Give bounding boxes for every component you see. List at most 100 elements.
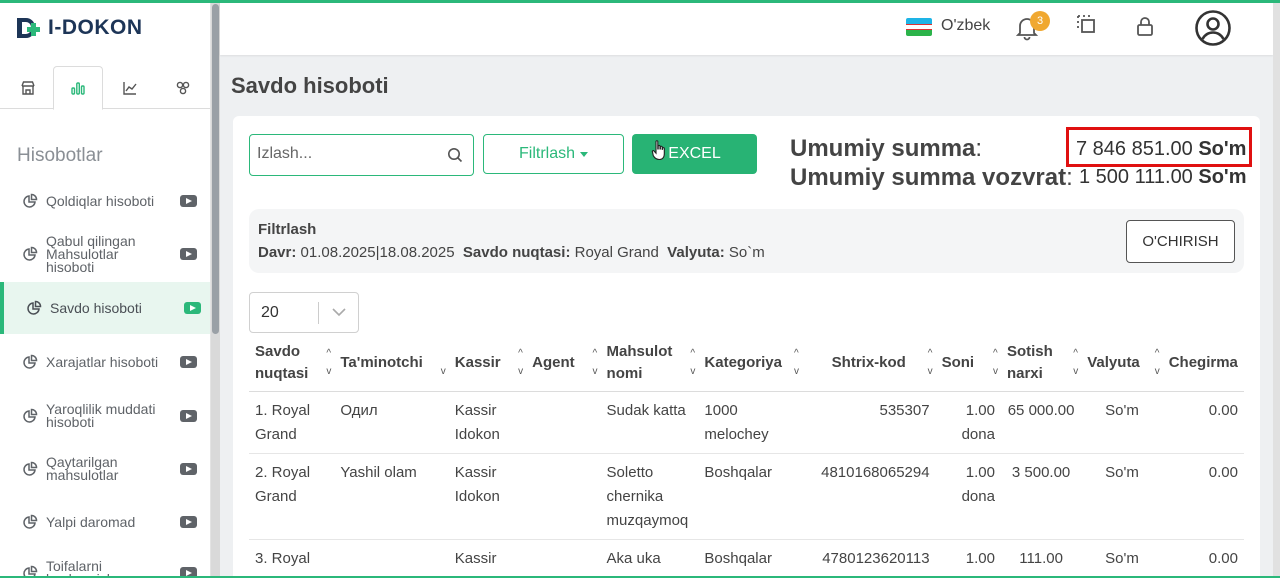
excel-button-label: EXCEL (668, 145, 721, 162)
table-cell: 0.00 (1162, 539, 1244, 578)
table-cell: 111.00 (1000, 539, 1082, 578)
sort-icon[interactable]: v (441, 345, 446, 381)
notification-badge: 3 (1030, 11, 1050, 31)
column-header[interactable]: Shtrix-kod ^ v (801, 336, 936, 392)
hand-cursor-icon (651, 140, 665, 161)
table-header-row: Savdo nuqtasi ^ v Ta'minotchi v Kassir ^ v Ag… (249, 336, 1244, 392)
sidebar-scrollbar-thumb[interactable] (212, 4, 219, 334)
lock-icon[interactable] (1135, 15, 1155, 37)
table-cell: 0.00 (1162, 453, 1244, 540)
total-sum-value: 7 846 851.00 So'm (1066, 127, 1252, 167)
sort-icon[interactable]: ^ v (928, 345, 933, 381)
video-icon[interactable] (180, 195, 197, 207)
app-logo[interactable]: I-DOKON (0, 3, 210, 53)
table-cell: Aka uka chag chug (600, 539, 699, 578)
active-filters-panel: Filtrlash Davr: 01.08.2025|18.08.2025 Sa… (249, 209, 1244, 273)
column-header[interactable]: Valyuta ^ v (1081, 336, 1163, 392)
column-header[interactable]: Agent ^ v (526, 336, 601, 392)
tab-bar-chart[interactable] (53, 66, 103, 110)
sort-icon[interactable]: ^ v (794, 345, 799, 381)
sort-icon[interactable]: ^ v (690, 345, 695, 381)
table-cell: 535307 (801, 391, 936, 454)
video-icon[interactable] (180, 463, 197, 475)
table-cell: Boshqalar (698, 539, 802, 578)
page-size-select[interactable]: 20 (249, 292, 359, 333)
language-selector[interactable]: O'zbek (941, 17, 990, 35)
table-cell: 1000 melochey (698, 391, 802, 454)
total-sum-label: Umumiy summa: (790, 135, 983, 162)
return-sum-value: 1 500 111.00 So'm (1079, 166, 1247, 188)
video-icon[interactable] (180, 516, 197, 528)
sidebar-item-yalpi[interactable]: Yalpi daromad (0, 507, 210, 537)
tab-store[interactable] (3, 66, 53, 109)
sidebar-item-label: Qabul qilingan Mahsulotlar hisoboti (46, 232, 136, 275)
column-header[interactable]: Kassir ^ v (448, 336, 527, 392)
table-cell (526, 391, 601, 454)
sidebar-item-xarajatlar[interactable]: Xarajatlar hisoboti (0, 347, 210, 377)
sidebar-item-savdo[interactable]: Savdo hisoboti (0, 282, 210, 334)
column-header[interactable]: Sotish narxi ^ v (1000, 336, 1082, 392)
store-icon (21, 80, 35, 95)
sidebar-item-label: Yalpi daromad (46, 513, 136, 530)
page-size-value: 20 (261, 304, 279, 321)
return-sum-label: Umumiy summa vozvrat: (790, 164, 1073, 191)
column-header[interactable]: Ta'minotchi v (334, 336, 449, 392)
uzbekistan-flag-icon[interactable] (906, 18, 932, 36)
pie-chart-icon (23, 246, 38, 261)
sort-icon[interactable]: ^ v (593, 345, 598, 381)
table-cell: 0.00 (1162, 391, 1244, 454)
column-header[interactable]: Mahsulot nomi ^ v (600, 336, 699, 392)
bar-chart-icon (71, 82, 85, 95)
column-header[interactable]: Soni ^ v (935, 336, 1001, 392)
sidebar-item-label: Qoldiqlar hisoboti (46, 192, 155, 209)
video-icon[interactable] (180, 356, 197, 368)
table-cell: 4780123620113 (801, 539, 936, 578)
table-cell: 1.00 dona (935, 391, 1001, 454)
sort-icon[interactable]: ^ v (518, 345, 523, 381)
select-divider (318, 302, 319, 324)
sidebar-item-yaroqlilik[interactable]: Yaroqlilik muddati hisoboti (0, 401, 210, 431)
filter-button[interactable]: Filtrlash (483, 134, 624, 174)
filters-title: Filtrlash (258, 221, 317, 238)
logo-mark-icon (17, 17, 43, 39)
page-scrollbar[interactable] (1273, 3, 1280, 578)
sort-icon[interactable]: ^ v (1073, 345, 1078, 381)
search-icon[interactable] (447, 147, 463, 163)
sidebar-item-qabul[interactable]: Qabul qilingan Mahsulotlar hisoboti (0, 231, 210, 277)
sidebar-item-qoldiqlar[interactable]: Qoldiqlar hisoboti (0, 186, 210, 216)
column-header[interactable]: Savdo nuqtasi ^ v (249, 336, 335, 392)
video-icon[interactable] (184, 302, 201, 314)
table-row[interactable]: 1. Royal Grand Одил Kassir Idokon Sudak kat… (249, 391, 1244, 454)
top-accent-bar (0, 0, 1280, 3)
top-header: O'zbek 3 (220, 3, 1273, 55)
table-cell: Kassir Idokon (448, 453, 527, 540)
search-box (249, 134, 474, 176)
sidebar-item-toifalar[interactable]: Toifalarni boshqarish (0, 558, 210, 578)
table-row[interactable]: 2. Royal Grand Yashil olam Kassir Idokon So… (249, 453, 1244, 540)
copy-icon[interactable] (1075, 13, 1097, 35)
table-cell: Kassir Idokon (448, 539, 527, 578)
search-input[interactable] (257, 145, 437, 163)
clear-filters-button[interactable]: O'CHIRISH (1126, 220, 1235, 263)
column-header[interactable]: Kategoriya ^ v (698, 336, 802, 392)
table-cell: Soletto chernika muzqaymoq (600, 453, 699, 540)
tab-line-chart[interactable] (105, 66, 155, 109)
user-avatar-icon[interactable] (1194, 9, 1232, 47)
pie-chart-icon (27, 300, 42, 315)
sidebar: I-DOKON Hisobotlar Qoldiqlar hisoboti Qa… (0, 3, 211, 578)
table-cell: So'm (1081, 391, 1163, 454)
video-icon[interactable] (180, 410, 197, 422)
filter-button-label: Filtrlash (518, 145, 575, 162)
sort-icon[interactable]: ^ v (326, 345, 331, 381)
table-row[interactable]: 3. Royal Grand Kassir Idokon Aka uka chag … (249, 539, 1244, 578)
column-header[interactable]: Chegirma (1162, 336, 1244, 392)
table-cell: 1.00 dona (935, 453, 1001, 540)
chevron-down-icon (332, 308, 346, 317)
sort-icon[interactable]: ^ v (1155, 345, 1160, 381)
video-icon[interactable] (180, 248, 197, 260)
sidebar-item-qaytarilgan[interactable]: Qaytarilgan mahsulotlar (0, 454, 210, 484)
table-cell: 1.00 dona (935, 539, 1001, 578)
filters-summary: Davr: 01.08.2025|18.08.2025 Savdo nuqtas… (258, 244, 765, 261)
sort-icon[interactable]: ^ v (993, 345, 998, 381)
tab-network[interactable] (158, 66, 208, 109)
